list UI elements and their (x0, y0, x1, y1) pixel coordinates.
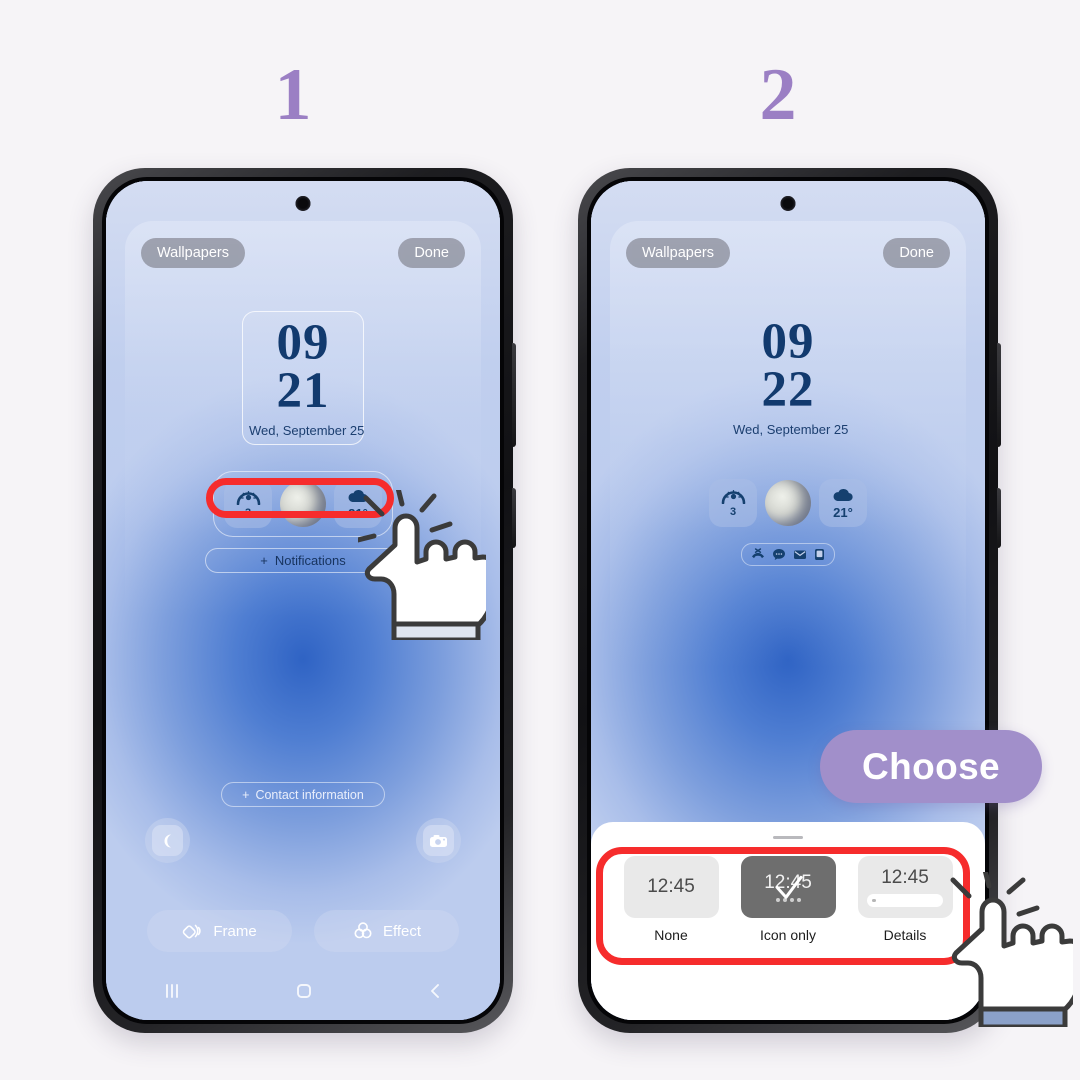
recents-icon[interactable] (161, 981, 183, 1001)
uv-arc-icon (235, 490, 262, 505)
choose-callout-badge: Choose (820, 730, 1042, 803)
add-contact-information-button[interactable]: + Contact information (221, 782, 385, 807)
front-camera-icon (295, 196, 311, 211)
editor-topbar: Wallpapers Done (626, 238, 950, 268)
moon-icon (765, 480, 811, 526)
mail-icon (794, 550, 806, 559)
phone-screen-2: Wallpapers Done 09 22 Wed, September 25 (591, 181, 985, 1020)
moon-phase-widget[interactable] (764, 479, 812, 527)
effect-button[interactable]: Effect (314, 910, 459, 952)
volume-button[interactable] (512, 343, 516, 447)
message-icon (773, 549, 785, 560)
android-navbar-1 (106, 962, 500, 1020)
clock-date: Wed, September 25 (733, 421, 849, 437)
moon-phase-widget[interactable] (279, 480, 327, 528)
step-number-2: 2 (759, 54, 797, 136)
option-none-time: 12:45 (647, 876, 695, 897)
phone-shortcut-button[interactable] (145, 818, 190, 863)
frame-icon (183, 924, 202, 939)
camera-icon (423, 825, 454, 856)
wallpapers-button[interactable]: Wallpapers (141, 238, 245, 268)
step-number-1: 1 (274, 54, 312, 136)
selected-check-icon (775, 875, 803, 899)
notification-detail-pill-icon (867, 894, 943, 907)
tap-hand-cursor-2 (950, 872, 1073, 1027)
frame-button[interactable]: Frame (147, 910, 292, 952)
uv-index-value: 3 (244, 506, 252, 519)
phone-bezel: Wallpapers Done 09 22 Wed, September 25 (587, 177, 989, 1024)
option-icon-only-thumbnail[interactable]: 12:45 (740, 856, 836, 918)
clock-minutes: 21 (276, 362, 330, 419)
editor-tool-row: Frame Effect (106, 910, 500, 952)
weather-widget[interactable]: 21° (819, 479, 867, 527)
notification-icons-row[interactable] (741, 543, 835, 566)
clock-widget[interactable]: 09 21 Wed, September 25 (242, 311, 364, 445)
option-details[interactable]: 12:45 Details (857, 856, 953, 943)
editor-topbar: Wallpapers Done (141, 238, 465, 268)
plus-icon: + (260, 553, 268, 568)
choose-label: Choose (861, 745, 1001, 787)
wallpapers-button[interactable]: Wallpapers (626, 238, 730, 268)
option-none-label: None (654, 927, 688, 943)
uv-index-widget[interactable]: 3 (709, 479, 757, 527)
tap-hand-cursor-1 (358, 490, 486, 640)
clock-hours: 09 (761, 314, 815, 370)
option-details-thumbnail[interactable]: 12:45 (857, 856, 953, 918)
front-camera-icon (780, 196, 796, 211)
notification-style-sheet: 12:45 None 12:45 Icon only 12:45 Details (591, 822, 985, 1020)
weather-temperature: 21° (833, 504, 853, 520)
option-none-thumbnail[interactable]: 12:45 (623, 856, 719, 918)
clock-minutes: 22 (761, 361, 815, 418)
app-icon (815, 549, 824, 560)
uv-index-widget[interactable]: 3 (224, 480, 272, 528)
power-button[interactable] (997, 488, 1001, 548)
effect-icon (354, 922, 372, 939)
notification-style-options: 12:45 None 12:45 Icon only 12:45 Details (591, 856, 985, 943)
add-notifications-label: Notifications (274, 553, 346, 568)
effect-label: Effect (382, 922, 422, 940)
clock-hours: 09 (276, 315, 330, 371)
uv-index-value: 3 (729, 505, 737, 518)
phone-icon (152, 825, 183, 856)
back-icon[interactable] (425, 981, 445, 1001)
moon-icon (280, 481, 326, 527)
sheet-drag-handle[interactable] (773, 836, 803, 839)
option-details-time: 12:45 (881, 867, 929, 888)
camera-shortcut-button[interactable] (416, 818, 461, 863)
frame-label: Frame (213, 922, 257, 940)
done-button[interactable]: Done (883, 238, 950, 268)
widget-row[interactable]: 3 21° (699, 471, 877, 535)
option-icon-only-label: Icon only (759, 927, 817, 943)
power-button[interactable] (512, 488, 516, 548)
done-button[interactable]: Done (398, 238, 465, 268)
missed-call-icon (752, 548, 764, 559)
contact-information-label: Contact information (255, 787, 364, 802)
cloud-icon (833, 488, 853, 501)
home-icon[interactable] (293, 980, 315, 1002)
phone-mockup-step-2: Wallpapers Done 09 22 Wed, September 25 (578, 168, 1001, 1033)
option-icon-only[interactable]: 12:45 Icon only (740, 856, 836, 943)
plus-icon: + (242, 787, 250, 802)
clock-widget[interactable]: 09 22 Wed, September 25 (727, 311, 849, 443)
clock-date: Wed, September 25 (249, 422, 365, 438)
option-details-label: Details (883, 927, 927, 943)
volume-button[interactable] (997, 343, 1001, 447)
option-none[interactable]: 12:45 None (623, 856, 719, 943)
uv-arc-icon (720, 489, 747, 504)
